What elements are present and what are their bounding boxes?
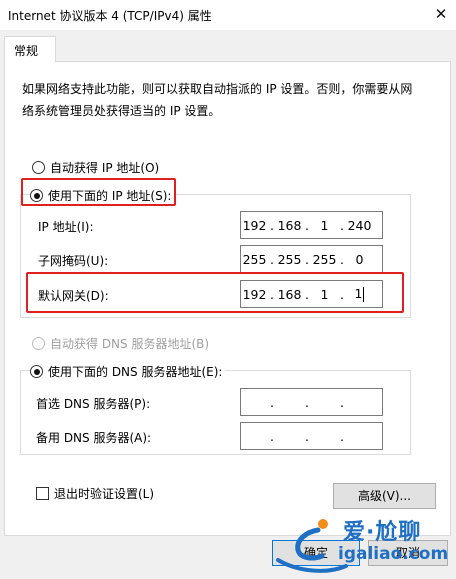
radio-manual-dns-indicator[interactable] [30, 365, 43, 378]
radio-manual-dns-label: 使用下面的 DNS 服务器地址(E): [48, 365, 223, 379]
description-text: 如果网络支持此功能，则可以获取自动指派的 IP 设置。否则，你需要从网络系统管理… [22, 82, 413, 118]
alternate-dns-label: 备用 DNS 服务器(A): [36, 431, 152, 445]
preferred-dns-field[interactable]: . . . [240, 388, 383, 416]
ip-address-label: IP 地址(I): [38, 220, 94, 234]
watermark-mark-icon [276, 519, 348, 573]
alternate-dns-field[interactable]: . . . [240, 422, 383, 450]
ip-octet: 192 [242, 217, 267, 233]
window-title: Internet 协议版本 4 (TCP/IPv4) 属性 [8, 9, 212, 23]
ip-address-field[interactable]: 192. 168. 1. 240 [240, 211, 383, 239]
radio-auto-ip-indicator[interactable] [32, 161, 45, 174]
subnet-mask-field[interactable]: 255. 255. 255. 0 [240, 245, 383, 273]
highlight-default-gateway [26, 272, 404, 313]
radio-auto-dns[interactable]: 自动获得 DNS 服务器地址(B) [32, 335, 209, 352]
mask-octet: 255 [242, 251, 267, 267]
ip-octet: 240 [347, 217, 372, 233]
mask-octet: 255 [312, 251, 337, 267]
validate-on-exit-checkbox[interactable]: 退出时验证设置(L) [36, 485, 154, 502]
radio-auto-ip[interactable]: 自动获得 IP 地址(O) [32, 159, 159, 176]
radio-manual-dns[interactable]: 使用下面的 DNS 服务器地址(E): [30, 363, 226, 380]
ip-octet: 1 [320, 217, 329, 233]
ip-octet: 168 [277, 217, 302, 233]
radio-auto-ip-label: 自动获得 IP 地址(O) [50, 161, 160, 175]
advanced-button[interactable]: 高级(V)... [333, 483, 436, 509]
highlight-manual-ip [21, 178, 176, 206]
close-icon[interactable]: ✕ [426, 0, 456, 30]
watermark-logo: 爱·尬聊 igaliao.com [268, 510, 456, 579]
watermark-brand: 爱·尬聊 [343, 520, 422, 545]
tab-general[interactable]: 常规 [4, 36, 56, 62]
subnet-mask-label: 子网掩码(U): [38, 254, 109, 268]
checkbox-indicator[interactable] [36, 487, 49, 500]
radio-auto-dns-indicator[interactable] [32, 337, 45, 350]
watermark-url: igaliao.com [338, 544, 449, 564]
tab-general-label: 常规 [14, 44, 39, 58]
mask-octet: 0 [355, 251, 364, 267]
validate-on-exit-label: 退出时验证设置(L) [54, 487, 155, 501]
radio-auto-dns-label: 自动获得 DNS 服务器地址(B) [50, 337, 210, 351]
mask-octet: 255 [277, 251, 302, 267]
preferred-dns-label: 首选 DNS 服务器(P): [36, 397, 151, 411]
title-bar: Internet 协议版本 4 (TCP/IPv4) 属性 ✕ [0, 0, 456, 30]
